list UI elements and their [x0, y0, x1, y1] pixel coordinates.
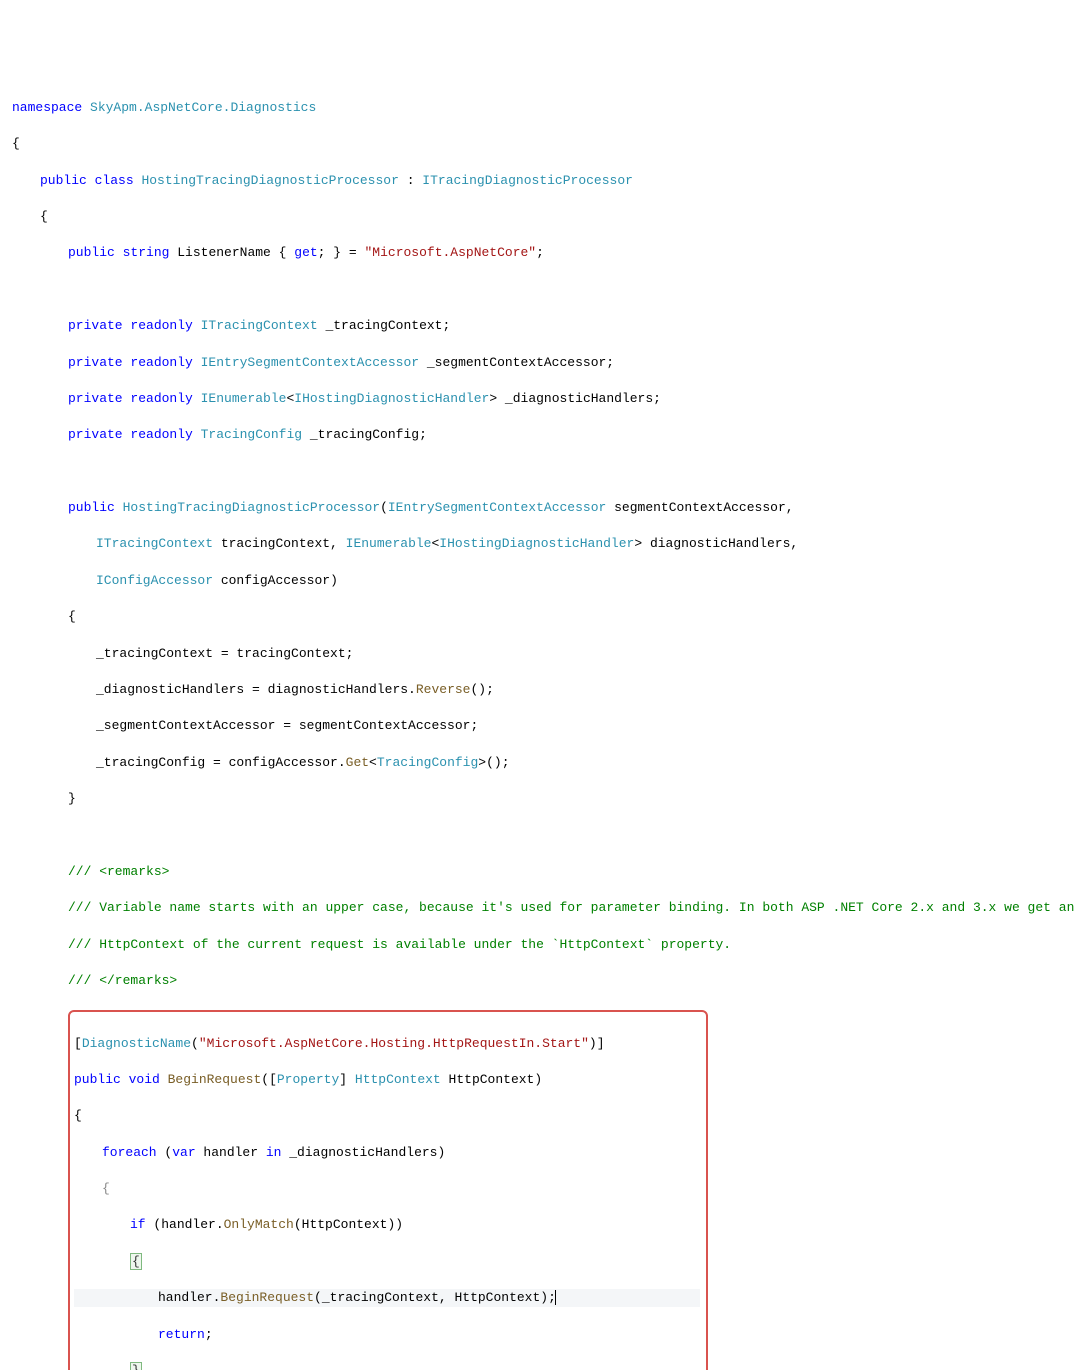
brace: }	[12, 790, 1068, 808]
listener-prop: public string ListenerName { get; } = "M…	[12, 244, 1068, 262]
if-stmt: if (handler.OnlyMatch(HttpContext))	[74, 1216, 700, 1234]
return-stmt: return;	[74, 1326, 700, 1344]
class-decl: public class HostingTracingDiagnosticPro…	[12, 172, 1068, 190]
method-decl: public void BeginRequest([Property] Http…	[74, 1071, 700, 1089]
field: private readonly IEnumerable<IHostingDia…	[12, 390, 1068, 408]
namespace-line: namespace SkyApm.AspNetCore.Diagnostics	[12, 99, 1068, 117]
doc-comment: /// HttpContext of the current request i…	[12, 936, 1068, 954]
stmt: _segmentContextAccessor = segmentContext…	[12, 717, 1068, 735]
ctor-param: ITracingContext tracingContext, IEnumera…	[12, 535, 1068, 553]
brace: {	[12, 208, 1068, 226]
field: private readonly TracingConfig _tracingC…	[12, 426, 1068, 444]
code-editor[interactable]: namespace SkyApm.AspNetCore.Diagnostics …	[12, 81, 1068, 1370]
call-stmt: handler.BeginRequest(_tracingContext, Ht…	[74, 1289, 700, 1307]
brace: {	[12, 135, 1068, 153]
text-caret	[555, 1290, 556, 1305]
foreach: foreach (var handler in _diagnosticHandl…	[74, 1144, 700, 1162]
brace: {	[74, 1253, 700, 1271]
field: private readonly IEntrySegmentContextAcc…	[12, 354, 1068, 372]
stmt: _tracingContext = tracingContext;	[12, 645, 1068, 663]
highlighted-method-box: [DiagnosticName("Microsoft.AspNetCore.Ho…	[68, 1010, 708, 1370]
stmt: _diagnosticHandlers = diagnosticHandlers…	[12, 681, 1068, 699]
field: private readonly ITracingContext _tracin…	[12, 317, 1068, 335]
doc-comment: /// </remarks>	[12, 972, 1068, 990]
brace: {	[74, 1180, 700, 1198]
attribute: [DiagnosticName("Microsoft.AspNetCore.Ho…	[74, 1035, 700, 1053]
ctor-param: IConfigAccessor configAccessor)	[12, 572, 1068, 590]
brace: {	[12, 608, 1068, 626]
doc-comment: /// Variable name starts with an upper c…	[12, 899, 1068, 917]
ctor-decl: public HostingTracingDiagnosticProcessor…	[12, 499, 1068, 517]
brace: {	[74, 1107, 700, 1125]
doc-comment: /// <remarks>	[12, 863, 1068, 881]
brace: }	[74, 1362, 700, 1370]
stmt: _tracingConfig = configAccessor.Get<Trac…	[12, 754, 1068, 772]
